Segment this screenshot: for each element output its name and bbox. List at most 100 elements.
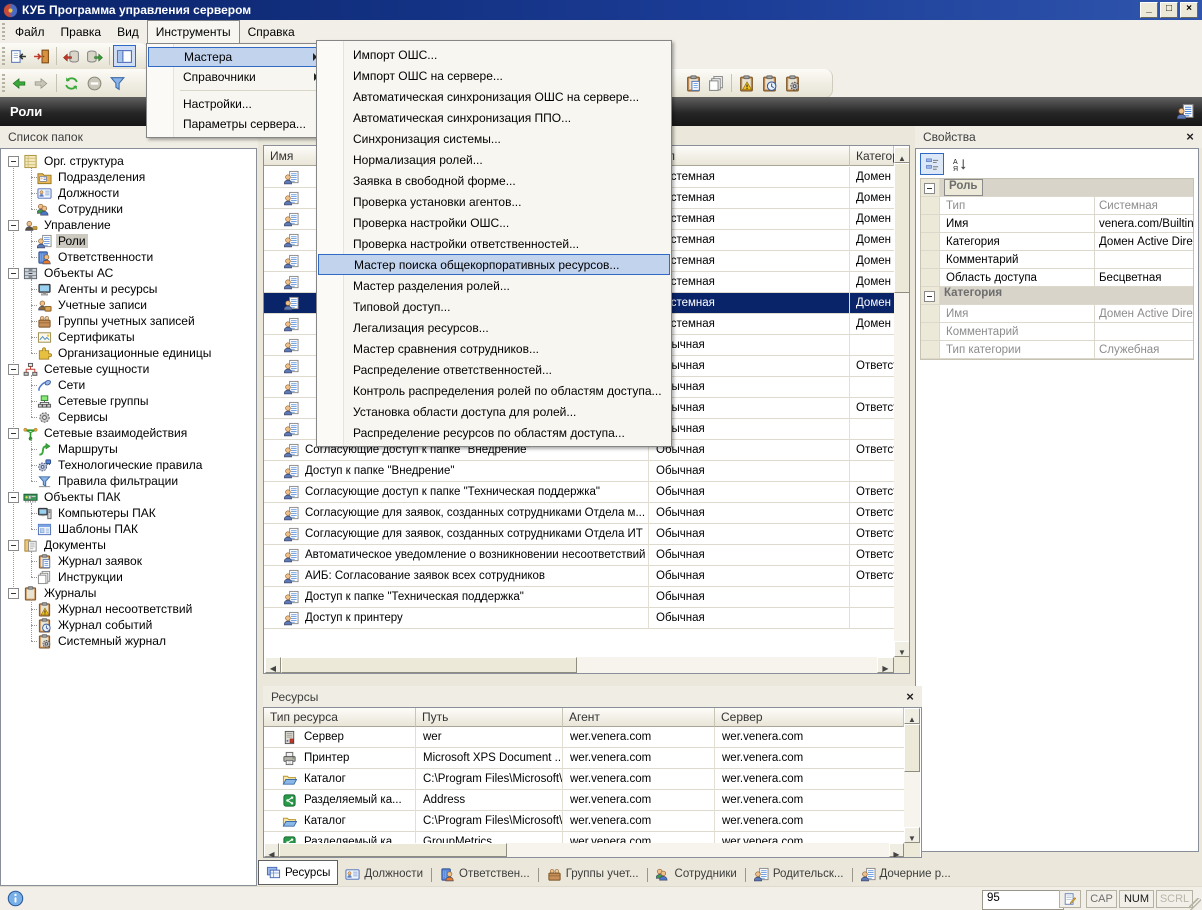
property-value[interactable]: venera.com/Builtin... — [1095, 215, 1193, 232]
db-import-button[interactable] — [60, 45, 83, 67]
stop-button[interactable] — [83, 72, 106, 94]
submenu-item[interactable]: Легализация ресурсов... — [318, 317, 670, 338]
submenu-item[interactable]: Мастер разделения ролей... — [318, 275, 670, 296]
property-value[interactable]: Служебная — [1095, 341, 1193, 358]
tab-Сотрудники[interactable]: Сотрудники — [649, 863, 744, 885]
scroll-left-button[interactable]: ◀ — [265, 657, 281, 673]
submenu-item[interactable]: Автоматическая синхронизация ОШС на серв… — [318, 86, 670, 107]
disconnect-button[interactable] — [30, 45, 53, 67]
menu-item-Справочники[interactable]: Справочники — [148, 67, 324, 87]
column-header-Тип[interactable]: Тип — [649, 146, 850, 166]
column-header-Путь[interactable]: Путь — [416, 708, 563, 727]
tree-node-Журналы[interactable]: Журналы — [5, 585, 98, 601]
table-row[interactable]: АИБ: Согласование заявок всех сотруднико… — [264, 566, 894, 587]
submenu-item[interactable]: Импорт ОШС на сервере... — [318, 65, 670, 86]
resource-row[interactable]: Разделяемый ка...Addresswer.venera.comwe… — [264, 790, 904, 811]
collapse-icon[interactable] — [8, 540, 19, 551]
db-export-button[interactable] — [83, 45, 106, 67]
tree-node-Документы[interactable]: Документы — [5, 537, 108, 553]
tree-node-Объекты АС[interactable]: Объекты АС — [5, 265, 115, 281]
property-value[interactable]: Домен Active Dire... — [1095, 305, 1193, 322]
tree-node-Орг. структура[interactable]: Орг. структура — [5, 153, 126, 169]
collapse-icon[interactable] — [8, 268, 19, 279]
resource-row[interactable]: Серверwerwer.venera.comwer.venera.com — [264, 727, 904, 748]
menubar-grip[interactable] — [2, 23, 5, 40]
menubar-item-Правка[interactable]: Правка — [53, 20, 110, 43]
tree-node-Маршруты[interactable]: Маршруты — [37, 441, 120, 457]
submenu-item[interactable]: Распределение ресурсов по областям досту… — [318, 422, 670, 443]
close-button[interactable]: × — [1180, 2, 1198, 18]
collapse-icon[interactable] — [8, 588, 19, 599]
tab-Родительск...[interactable]: Родительск... — [747, 863, 851, 885]
scroll-up-button[interactable]: ▲ — [894, 147, 910, 163]
tab-Дочерние р...[interactable]: Дочерние р... — [854, 863, 958, 885]
submenu-item[interactable]: Синхронизация системы... — [318, 128, 670, 149]
tree-node-Сервисы[interactable]: Сервисы — [37, 409, 110, 425]
scroll-right-button[interactable]: ▶ — [877, 657, 894, 673]
resources-close-icon[interactable]: × — [902, 689, 918, 705]
tree-node-Компьютеры ПАК[interactable]: Компьютеры ПАК — [37, 505, 158, 521]
tree-node-Агенты и ресурсы[interactable]: Агенты и ресурсы — [37, 281, 159, 297]
column-header-Тип ресурса[interactable]: Тип ресурса — [264, 708, 416, 727]
table-row[interactable]: Доступ к папке "Техническая поддержка"Об… — [264, 587, 894, 608]
tree-node-Шаблоны ПАК[interactable]: Шаблоны ПАК — [37, 521, 140, 537]
submenu-item[interactable]: Мастер сравнения сотрудников... — [318, 338, 670, 359]
property-row-Имя[interactable]: Имяvenera.com/Builtin... — [921, 215, 1193, 233]
tab-Ресурсы[interactable]: Ресурсы — [258, 860, 338, 885]
submenu-item[interactable]: Проверка настройки ответственностей... — [318, 233, 670, 254]
scroll-down-button[interactable]: ▼ — [904, 827, 920, 843]
tree-node-Правила фильтрации[interactable]: Правила фильтрации — [37, 473, 180, 489]
menu-item-Параметры-сервера-[interactable]: Параметры сервера... — [148, 114, 324, 134]
collapse-icon[interactable] — [924, 183, 935, 194]
property-row-Область доступа[interactable]: Область доступаБесцветная — [921, 269, 1193, 287]
tree-node-Объекты ПАК[interactable]: Объекты ПАК — [5, 489, 122, 505]
collapse-icon[interactable] — [924, 291, 935, 302]
tree-node-Сотрудники[interactable]: Сотрудники — [37, 201, 125, 217]
journal-events-button[interactable] — [758, 72, 781, 94]
maximize-button[interactable]: □ — [1160, 2, 1178, 18]
tree-node-Журнал несоответствий[interactable]: Журнал несоответствий — [37, 601, 194, 617]
filter-button[interactable] — [106, 72, 129, 94]
table-row[interactable]: Согласующие доступ к папке "Техническая … — [264, 482, 894, 503]
tree-node-Управление[interactable]: Управление — [5, 217, 113, 233]
property-value[interactable] — [1095, 323, 1193, 340]
h-scroll-thumb[interactable] — [281, 657, 577, 673]
v-scroll-thumb[interactable] — [904, 724, 920, 772]
scroll-left-button[interactable]: ◀ — [264, 843, 279, 857]
tree-node-Инструкции[interactable]: Инструкции — [37, 569, 125, 585]
tree-node-Системный журнал[interactable]: Системный журнал — [37, 633, 168, 649]
submenu-item[interactable]: Нормализация ролей... — [318, 149, 670, 170]
column-header-Агент[interactable]: Агент — [563, 708, 715, 727]
submenu-item[interactable]: Автоматическая синхронизация ППО... — [318, 107, 670, 128]
property-row-Комментарий[interactable]: Комментарий — [921, 251, 1193, 269]
property-group-Роль[interactable]: Роль — [921, 179, 1193, 197]
resize-grip[interactable] — [1189, 898, 1201, 910]
submenu-item[interactable]: Контроль распределения ролей по областям… — [318, 380, 670, 401]
back-button[interactable] — [7, 72, 30, 94]
submenu-item[interactable]: Проверка настройки ОШС... — [318, 212, 670, 233]
table-row[interactable]: Автоматическое уведомление о возникновен… — [264, 545, 894, 566]
tab-Ответствен...[interactable]: Ответствен... — [433, 863, 537, 885]
property-group-Категория[interactable]: Категория — [921, 287, 1193, 305]
scroll-right-button[interactable]: ▶ — [889, 843, 904, 857]
menubar-item-Инструменты[interactable]: Инструменты — [147, 20, 240, 43]
connect-button[interactable] — [7, 45, 30, 67]
collapse-icon[interactable] — [8, 428, 19, 439]
tree-node-Журнал заявок[interactable]: Журнал заявок — [37, 553, 144, 569]
tree-node-Должности[interactable]: Должности — [37, 185, 121, 201]
tree-node-Группы учетных записей[interactable]: Группы учетных записей — [37, 313, 197, 329]
column-header-Сервер[interactable]: Сервер — [715, 708, 904, 727]
property-row-Тип[interactable]: ТипСистемная — [921, 197, 1193, 215]
tree-node-Учетные записи[interactable]: Учетные записи — [37, 297, 149, 313]
refresh-button[interactable] — [60, 72, 83, 94]
table-row[interactable]: Согласующие для заявок, созданных сотруд… — [264, 503, 894, 524]
submenu-item[interactable]: Распределение ответственностей... — [318, 359, 670, 380]
tree-node-Сетевые взаимодействия[interactable]: Сетевые взаимодействия — [5, 425, 189, 441]
panels-toggle-button[interactable] — [113, 45, 136, 67]
tree-node-Журнал событий[interactable]: Журнал событий — [37, 617, 154, 633]
property-value[interactable]: Системная — [1095, 197, 1193, 214]
column-header-Категория[interactable]: Категория▲ — [850, 146, 894, 166]
menubar-item-Справка[interactable]: Справка — [240, 20, 303, 43]
menubar-item-Файл[interactable]: Файл — [7, 20, 53, 43]
collapse-icon[interactable] — [8, 220, 19, 231]
